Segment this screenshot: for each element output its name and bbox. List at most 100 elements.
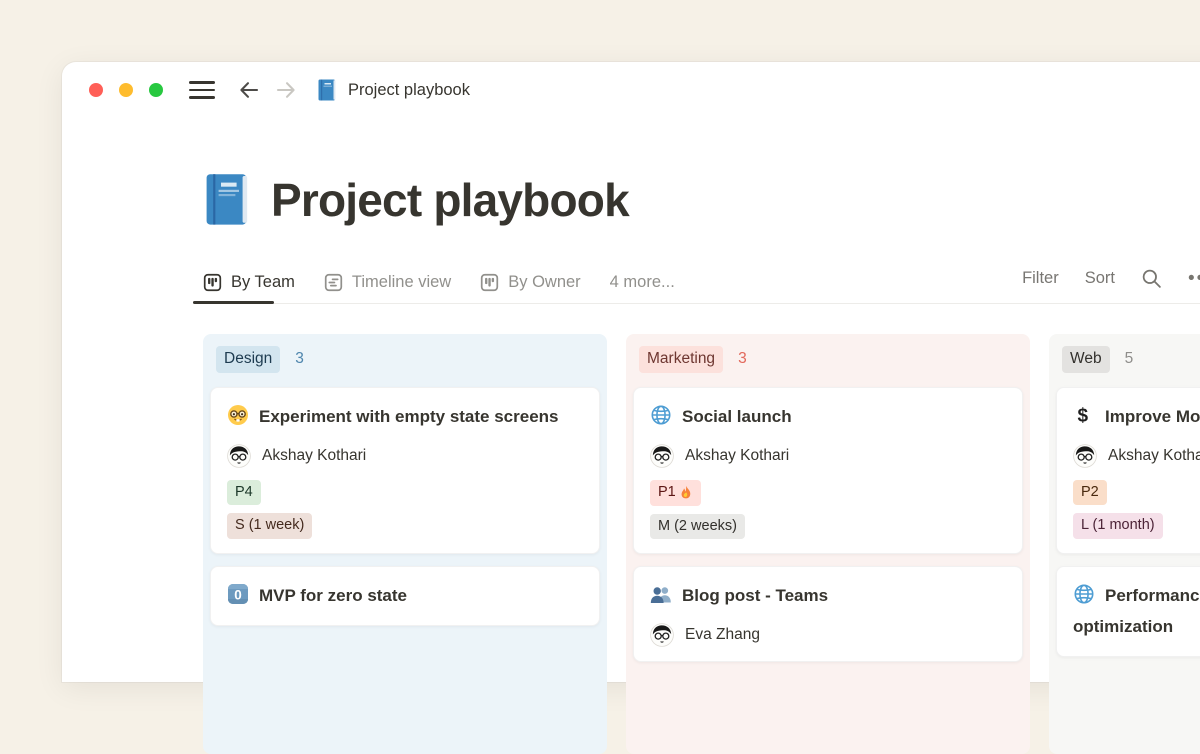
blue-book-page-icon[interactable] (203, 173, 251, 227)
app-window: Project playbook Project playbook By Tea… (62, 62, 1200, 682)
column-header: Web 5 (1062, 346, 1200, 373)
card-title: Experiment with empty state screens (227, 401, 583, 432)
column-cards: Social launch Akshay Kothari P1 M (2 weeks)… (633, 387, 1023, 663)
tab-label: By Team (231, 273, 295, 292)
tab-label: By Owner (508, 273, 580, 292)
svg-text:$: $ (1078, 405, 1089, 426)
person-name: Akshay Kothari (262, 447, 366, 465)
person-name: Eva Zhang (685, 626, 760, 644)
person-avatar (227, 444, 251, 468)
card[interactable]: 0 MVP for zero state (210, 566, 600, 626)
tag-m-2-weeks-[interactable]: M (2 weeks) (650, 514, 745, 540)
zoom-window-button[interactable] (149, 83, 163, 97)
person-avatar (650, 623, 674, 647)
card-title-text: Blog post - Teams (682, 586, 828, 605)
tab-label: 4 more... (610, 273, 675, 292)
card-person: Akshay Kothari (650, 444, 1006, 468)
card-title: Social launch (650, 401, 1006, 432)
card-title: Blog post - Teams (650, 580, 1006, 611)
breadcrumb-doc-title[interactable]: Project playbook (348, 81, 470, 100)
filter-button[interactable]: Filter (1022, 269, 1059, 288)
card-title-text: MVP for zero state (259, 586, 407, 605)
person-avatar (650, 444, 674, 468)
column-card-count: 5 (1125, 350, 1134, 368)
view-tabs: By Team Timeline view By Owner 4 more... (203, 262, 675, 303)
card[interactable]: $ Improve Mo Akshay Kothari P2 L (1 month) (1056, 387, 1200, 554)
board-column-design: Design 3 Experiment with empty state scree… (203, 334, 607, 754)
person-avatar (1073, 444, 1097, 468)
tag-p2[interactable]: P2 (1073, 480, 1107, 506)
card-title-text: Improve Mo (1105, 407, 1200, 426)
tab-timeline-view[interactable]: Timeline view (324, 262, 451, 303)
card-person: Akshay Kothari (1073, 444, 1200, 468)
card-person: Akshay Kothari (227, 444, 583, 468)
tag-p1[interactable]: P1 (650, 480, 701, 506)
kanban-board: Design 3 Experiment with empty state scree… (203, 334, 1200, 754)
svg-text:0: 0 (234, 587, 242, 602)
card-tags: P2 L (1 month) (1073, 480, 1200, 539)
card[interactable]: Blog post - Teams Eva Zhang (633, 566, 1023, 662)
tag-label: L (1 month) (1081, 518, 1155, 533)
column-header: Marketing 3 (639, 346, 1017, 373)
window-header: Project playbook (62, 62, 1200, 118)
nerd-face-emoji-icon (227, 404, 249, 426)
blue-book-icon (317, 79, 337, 101)
page-title: Project playbook (203, 168, 1200, 232)
column-header: Design 3 (216, 346, 594, 373)
card-tags: P4 S (1 week) (227, 480, 583, 539)
search-icon[interactable] (1141, 268, 1162, 289)
sidebar-menu-icon[interactable] (189, 81, 215, 99)
minimize-window-button[interactable] (119, 83, 133, 97)
close-window-button[interactable] (89, 83, 103, 97)
card-person: Eva Zhang (650, 623, 1006, 647)
more-options-button[interactable]: ••• (1188, 268, 1200, 290)
tag-label: S (1 week) (235, 518, 304, 533)
page-title-text: Project playbook (271, 168, 629, 232)
column-card-count: 3 (738, 350, 747, 368)
tag-label: P1 (658, 485, 676, 500)
tag-l-1-month-[interactable]: L (1 month) (1073, 513, 1163, 539)
board-column-marketing: Marketing 3 Social launch Akshay Kothari P1 M… (626, 334, 1030, 754)
board-view-icon (480, 273, 499, 292)
card-title-text: Social launch (682, 407, 792, 426)
card-title: Performance optimization (1073, 580, 1200, 642)
tag-p4[interactable]: P4 (227, 480, 261, 506)
tab-by-owner[interactable]: By Owner (480, 262, 580, 303)
column-cards: $ Improve Mo Akshay Kothari P2 L (1 month) Pe… (1056, 387, 1200, 657)
tab-by-team[interactable]: By Team (203, 262, 295, 303)
tag-label: M (2 weeks) (658, 519, 737, 534)
page-content: Project playbook By TeamTimeline viewBy … (62, 168, 1200, 754)
tag-label: P4 (235, 485, 253, 500)
people-emoji-icon (650, 583, 672, 605)
card[interactable]: Social launch Akshay Kothari P1 M (2 weeks) (633, 387, 1023, 555)
tab-4-more-[interactable]: 4 more... (610, 262, 675, 303)
card[interactable]: Performance optimization (1056, 566, 1200, 657)
person-name: Akshay Kothari (685, 447, 789, 465)
card[interactable]: Experiment with empty state screens Aksha… (210, 387, 600, 554)
back-arrow-icon[interactable] (237, 78, 261, 102)
column-name-pill[interactable]: Design (216, 346, 280, 373)
forward-arrow-icon[interactable] (274, 78, 298, 102)
tag-s-1-week-[interactable]: S (1 week) (227, 513, 312, 539)
view-tabs-row: By Team Timeline view By Owner 4 more... Fi… (203, 262, 1200, 304)
card-tags: P1 M (2 weeks) (650, 480, 1006, 540)
board-column-web: Web 5 $ Improve Mo Akshay Kothari P2 L (1 mont… (1049, 334, 1200, 754)
board-view-icon (203, 273, 222, 292)
card-title-text: Experiment with empty state screens (259, 407, 559, 426)
tag-label: P2 (1081, 485, 1099, 500)
board-toolbar: Filter Sort ••• (1022, 268, 1200, 298)
column-name-pill[interactable]: Marketing (639, 346, 723, 373)
card-title: 0 MVP for zero state (227, 580, 583, 611)
sort-button[interactable]: Sort (1085, 269, 1115, 288)
column-card-count: 3 (295, 350, 304, 368)
flame-icon (679, 485, 693, 500)
timeline-view-icon (324, 273, 343, 292)
column-name-pill[interactable]: Web (1062, 346, 1110, 373)
globe-emoji-icon (1073, 583, 1095, 605)
dollar-emoji-icon: $ (1073, 404, 1095, 426)
card-title: $ Improve Mo (1073, 401, 1200, 432)
tab-label: Timeline view (352, 273, 451, 292)
person-name: Akshay Kothari (1108, 447, 1200, 465)
keycap-zero-emoji-icon: 0 (227, 583, 249, 605)
globe-emoji-icon (650, 404, 672, 426)
